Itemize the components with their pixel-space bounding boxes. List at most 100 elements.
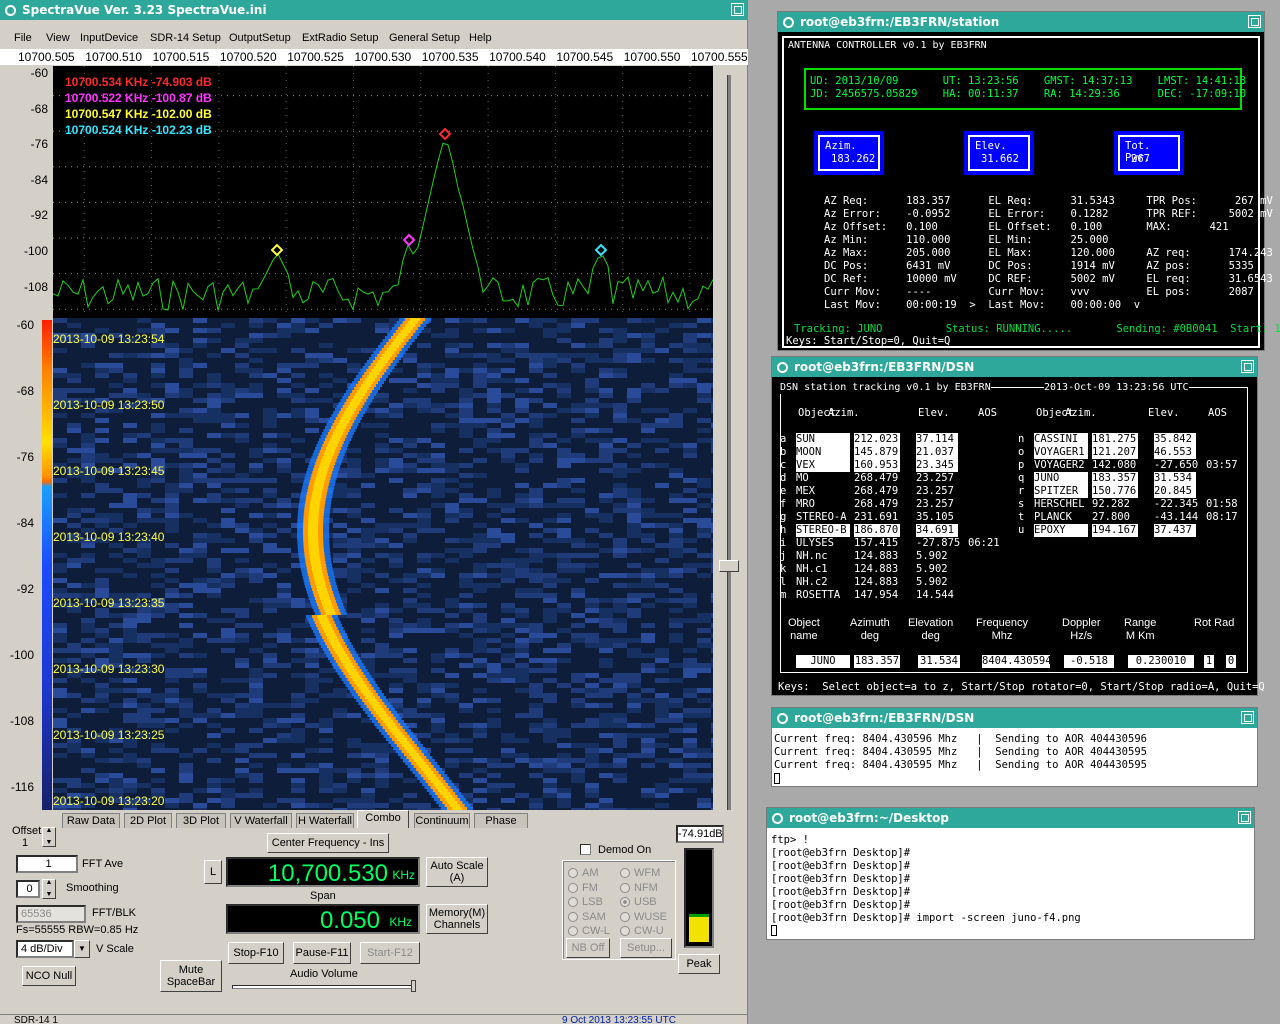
fft-blk-select[interactable]: 65536 (16, 905, 86, 923)
dsn-keys-line: Keys: Select object=a to z, Start/Stop r… (778, 681, 1265, 693)
pause-button[interactable]: Pause-F11 (293, 942, 351, 964)
dsn-row-object[interactable]: ULYSES (796, 537, 850, 550)
vscale-select[interactable]: 4 dB/Div (16, 940, 74, 958)
l-button[interactable]: L (204, 860, 222, 884)
radio-circle-icon (568, 926, 578, 936)
audio-volume-thumb[interactable] (411, 980, 416, 992)
maximize-icon[interactable] (1241, 360, 1254, 373)
offset-spinner[interactable]: ▲ ▼ (42, 827, 56, 847)
mute-button[interactable]: Mute SpaceBar (160, 960, 222, 992)
waterfall-db-axis: -60 -68 -76 -84 -92 -100 -108 -116 (0, 318, 40, 810)
dsn-row-object[interactable]: JUNO (1034, 472, 1088, 485)
smoothing-input[interactable]: 0 (16, 880, 40, 898)
audio-volume-slider[interactable] (232, 985, 416, 989)
span-value: 0.050 (319, 907, 380, 934)
dsn-log-titlebar[interactable]: root@eb3frn:/EB3FRN/DSN (772, 708, 1257, 728)
window-menu-icon[interactable] (783, 16, 794, 28)
vscale-dropdown-icon[interactable]: ▼ (74, 940, 90, 958)
span-display[interactable]: 0.050 KHz (226, 904, 420, 934)
menu-item[interactable]: Help (469, 32, 492, 44)
vertical-slider-track[interactable] (727, 75, 731, 810)
demod-radio[interactable]: WFM (620, 867, 660, 879)
dsn-row-object[interactable]: MO (796, 472, 850, 485)
dsn-row-object[interactable]: MEX (796, 485, 850, 498)
center-frequency-display[interactable]: 10,700.530 KHz (226, 857, 420, 887)
demod-radio[interactable]: LSB (568, 896, 603, 908)
tab-2d-plot[interactable]: 2D Plot (124, 813, 172, 828)
peak-button[interactable]: Peak (678, 954, 720, 974)
start-button[interactable]: Start-F12 (360, 942, 420, 964)
dsn-row-object[interactable]: NH.nc (796, 550, 850, 563)
dsn-row-elevation: 5.902 (916, 563, 948, 575)
smoothing-spinner[interactable]: ▲ ▼ (42, 879, 56, 899)
demod-radio[interactable]: SAM (568, 911, 606, 923)
window-menu-icon[interactable] (772, 812, 783, 824)
dsn-row-object[interactable]: VOYAGER1 (1034, 446, 1088, 459)
demod-radio[interactable]: CW-L (568, 925, 610, 937)
dsn-row-object[interactable]: VEX (796, 459, 850, 472)
maximize-icon[interactable] (731, 3, 744, 16)
dsn-row-object[interactable]: VOYAGER2 (1034, 459, 1088, 472)
auto-scale-button[interactable]: Auto Scale (A) (426, 857, 488, 887)
setup-button[interactable]: Setup... (620, 938, 672, 958)
stop-button[interactable]: Stop-F10 (228, 942, 284, 964)
desktop-titlebar[interactable]: root@eb3frn:~/Desktop (767, 808, 1254, 828)
dsn-row-object[interactable]: SUN (796, 433, 850, 446)
fft-ave-input[interactable]: 1 (16, 855, 78, 873)
tab-combo[interactable]: Combo (357, 810, 409, 828)
peak-meter-fill (689, 914, 709, 942)
dsn-row-object[interactable]: MRO (796, 498, 850, 511)
waterfall-timestamp: 2013-10-09 13:23:35 (53, 596, 165, 610)
demod-radio[interactable]: WUSE (620, 911, 667, 923)
dsn-row-object[interactable]: CASSINI (1034, 433, 1088, 446)
tab-3d-plot[interactable]: 3D Plot (176, 813, 226, 828)
dsn-row-object[interactable]: SPITZER (1034, 485, 1088, 498)
dsn-row-object[interactable]: STEREO-B (796, 524, 850, 537)
menu-item[interactable]: File (14, 32, 32, 44)
demod-radio[interactable]: AM (568, 867, 599, 879)
tab-v-waterfall[interactable]: V Waterfall (230, 813, 292, 828)
waterfall-plot[interactable]: 2013-10-09 13:23:54 2013-10-09 13:23:50 20… (53, 318, 713, 810)
dsn-row-object[interactable]: NH.c1 (796, 563, 850, 576)
nco-null-button[interactable]: NCO Null (22, 966, 76, 986)
tab-phase[interactable]: Phase (474, 813, 528, 828)
demod-radio[interactable]: CW-U (620, 925, 664, 937)
dsn-row-azimuth: 212.023 (854, 433, 900, 446)
memory-channels-button[interactable]: Memory(M) Channels (426, 904, 488, 934)
dsn-row-object[interactable]: ROSETTA (796, 589, 850, 602)
dsn-titlebar[interactable]: root@eb3frn:/EB3FRN/DSN (772, 357, 1257, 377)
menu-item[interactable]: ExtRadio Setup (302, 32, 378, 44)
tab-raw-data[interactable]: Raw Data (62, 813, 120, 828)
tab-continuum[interactable]: Continuum (414, 813, 470, 828)
menu-item[interactable]: General Setup (389, 32, 460, 44)
dsn-row-object[interactable]: HERSCHEL (1034, 498, 1088, 511)
station-titlebar[interactable]: root@eb3frn:/EB3FRN/station (778, 12, 1264, 32)
db-tick-label: -84 (30, 172, 48, 187)
maximize-icon[interactable] (1241, 711, 1254, 724)
center-frequency-button[interactable]: Center Frequency - Ins (267, 833, 389, 853)
window-menu-icon[interactable] (5, 4, 16, 16)
dsn-row-object[interactable]: STEREO-A (796, 511, 850, 524)
demod-radio[interactable]: FM (568, 882, 598, 894)
maximize-icon[interactable] (1248, 15, 1261, 28)
dsn-row-object[interactable]: EPOXY (1034, 524, 1088, 537)
menu-item[interactable]: SDR-14 Setup (150, 32, 221, 44)
dsn-row-object[interactable]: PLANCK (1034, 511, 1088, 524)
menu-item[interactable]: InputDevice (80, 32, 138, 44)
maximize-icon[interactable] (1238, 811, 1251, 824)
dsn-bottom-value: -0.518 (1064, 655, 1114, 668)
menu-item[interactable]: View (46, 32, 70, 44)
tab-h-waterfall[interactable]: H Waterfall (296, 813, 354, 828)
demod-checkbox[interactable] (580, 844, 591, 855)
dsn-row-object[interactable]: NH.c2 (796, 576, 850, 589)
spectrum-plot[interactable]: 10700.534 KHz -74.903 dB 10700.522 KHz -1… (53, 66, 713, 318)
window-menu-icon[interactable] (777, 361, 788, 373)
menu-item[interactable]: OutputSetup (229, 32, 291, 44)
spectravue-titlebar[interactable]: SpectraVue Ver. 3.23 SpectraVue.ini (0, 0, 747, 20)
demod-radio[interactable]: USB (620, 896, 657, 908)
dsn-row-object[interactable]: MOON (796, 446, 850, 459)
demod-radio[interactable]: NFM (620, 882, 658, 894)
window-menu-icon[interactable] (777, 712, 788, 724)
nb-off-button[interactable]: NB Off (566, 938, 610, 958)
vertical-slider-thumb[interactable] (719, 560, 739, 572)
